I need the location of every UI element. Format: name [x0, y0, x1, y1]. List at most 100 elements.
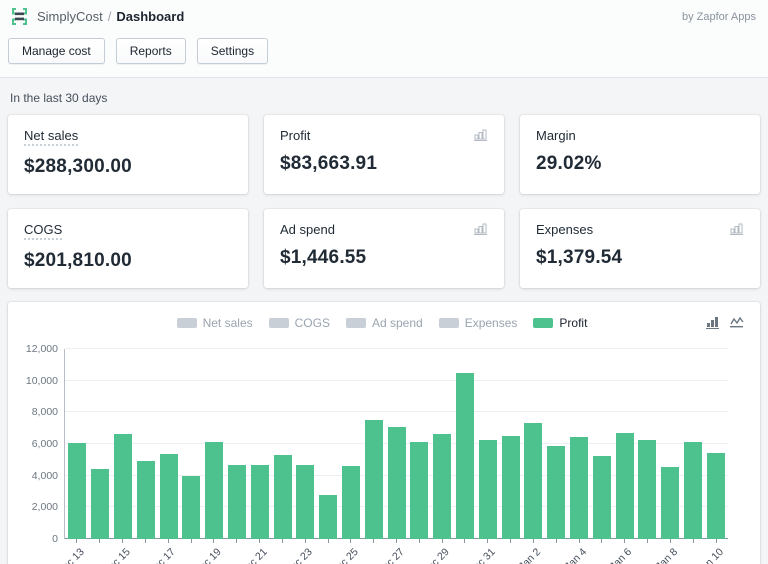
bar[interactable]: [205, 442, 223, 539]
simplycost-logo-icon: [10, 7, 29, 26]
bar-slot: [271, 349, 294, 539]
bar-slot: [682, 349, 705, 539]
x-slot: [544, 539, 567, 564]
x-tick: [145, 539, 146, 543]
x-tick: [670, 539, 671, 543]
x-slot: [590, 539, 613, 564]
page-title: Dashboard: [116, 9, 184, 24]
bar[interactable]: [91, 469, 109, 539]
x-tick: [579, 539, 580, 543]
x-tick: [213, 539, 214, 543]
x-axis-label: Jan 6: [608, 546, 635, 564]
bar[interactable]: [502, 436, 520, 539]
x-slot: [88, 539, 111, 564]
net-sales-title[interactable]: Net sales: [24, 128, 78, 146]
legend-item[interactable]: COGS: [269, 316, 330, 330]
bar[interactable]: [319, 495, 337, 539]
bar-slot: [89, 349, 112, 539]
bar[interactable]: [684, 442, 702, 539]
app-header: SimplyCost / Dashboard by Zapfor Apps: [0, 0, 768, 29]
bar[interactable]: [388, 427, 406, 539]
expenses-value: $1,379.54: [536, 247, 744, 269]
bar-series: [65, 349, 728, 539]
bar-slot: [294, 349, 317, 539]
bar[interactable]: [296, 465, 314, 539]
bar[interactable]: [707, 453, 725, 539]
bar[interactable]: [479, 440, 497, 539]
expenses-title: Expenses: [536, 222, 593, 237]
x-tick: [76, 539, 77, 543]
bar[interactable]: [661, 467, 679, 539]
legend-item[interactable]: Net sales: [177, 316, 253, 330]
net-sales-card: Net sales $288,300.00: [8, 115, 248, 194]
x-slot: [453, 539, 476, 564]
x-slot: Dec 17: [156, 539, 179, 564]
x-tick: [556, 539, 557, 543]
byline: by Zapfor Apps: [682, 11, 756, 23]
reports-button[interactable]: Reports: [116, 38, 186, 64]
bar[interactable]: [68, 443, 86, 539]
bar-slot: [317, 349, 340, 539]
bar[interactable]: [251, 465, 269, 539]
legend-label: Ad spend: [372, 316, 423, 330]
x-slot: Jan 2: [522, 539, 545, 564]
bar[interactable]: [570, 437, 588, 539]
bar[interactable]: [342, 466, 360, 539]
bar[interactable]: [410, 442, 428, 539]
x-axis: Dec 13Dec 15Dec 17Dec 19Dec 21Dec 23Dec …: [64, 539, 728, 564]
legend-item[interactable]: Profit: [533, 316, 587, 330]
bar[interactable]: [137, 461, 155, 539]
bar-slot: [545, 349, 568, 539]
breadcrumb-app-name[interactable]: SimplyCost: [37, 9, 103, 24]
legend-item[interactable]: Expenses: [439, 316, 518, 330]
x-axis-label: Dec 13: [55, 546, 87, 564]
bar[interactable]: [182, 476, 200, 539]
bar[interactable]: [616, 433, 634, 539]
bar[interactable]: [547, 446, 565, 539]
y-axis-label: 4,000: [32, 470, 58, 482]
x-slot: [270, 539, 293, 564]
bar-chart-icon[interactable]: [730, 222, 744, 235]
bar-slot: [180, 349, 203, 539]
bar-slot: [499, 349, 522, 539]
bar[interactable]: [274, 455, 292, 539]
bar-chart-icon[interactable]: [474, 222, 488, 235]
bar-chart-icon[interactable]: [474, 128, 488, 141]
chart-plot: 02,0004,0006,0008,00010,00012,000 Dec 13…: [64, 349, 728, 564]
bar[interactable]: [228, 465, 246, 539]
bar[interactable]: [638, 440, 656, 539]
main-content: In the last 30 days Net sales $288,300.0…: [0, 91, 768, 564]
bar-chart-toggle-icon[interactable]: [706, 315, 720, 329]
bar[interactable]: [433, 434, 451, 539]
breadcrumb: SimplyCost / Dashboard: [37, 9, 184, 24]
bar[interactable]: [365, 420, 383, 539]
x-tick: [647, 539, 648, 543]
x-slot: Dec 27: [385, 539, 408, 564]
x-slot: Dec 31: [476, 539, 499, 564]
line-chart-toggle-icon[interactable]: [730, 315, 744, 329]
margin-value: 29.02%: [536, 153, 744, 175]
y-axis-label: 2,000: [32, 501, 58, 513]
bar[interactable]: [593, 456, 611, 539]
manage-cost-button[interactable]: Manage cost: [8, 38, 105, 64]
legend-item[interactable]: Ad spend: [346, 316, 423, 330]
x-slot: [636, 539, 659, 564]
cogs-title[interactable]: COGS: [24, 222, 62, 240]
bar[interactable]: [524, 423, 542, 539]
bar-slot: [340, 349, 363, 539]
toolbar: Manage cost Reports Settings: [0, 29, 768, 78]
bar[interactable]: [160, 454, 178, 540]
bar[interactable]: [114, 434, 132, 539]
profit-title: Profit: [280, 128, 310, 143]
bar-slot: [226, 349, 249, 539]
x-slot: Jan 4: [567, 539, 590, 564]
x-tick: [716, 539, 717, 543]
bar-slot: [704, 349, 727, 539]
x-tick: [236, 539, 237, 543]
legend-label: Net sales: [203, 316, 253, 330]
bar-slot: [203, 349, 226, 539]
settings-button[interactable]: Settings: [197, 38, 268, 64]
margin-title: Margin: [536, 128, 576, 143]
x-tick: [624, 539, 625, 543]
bar[interactable]: [456, 373, 474, 539]
